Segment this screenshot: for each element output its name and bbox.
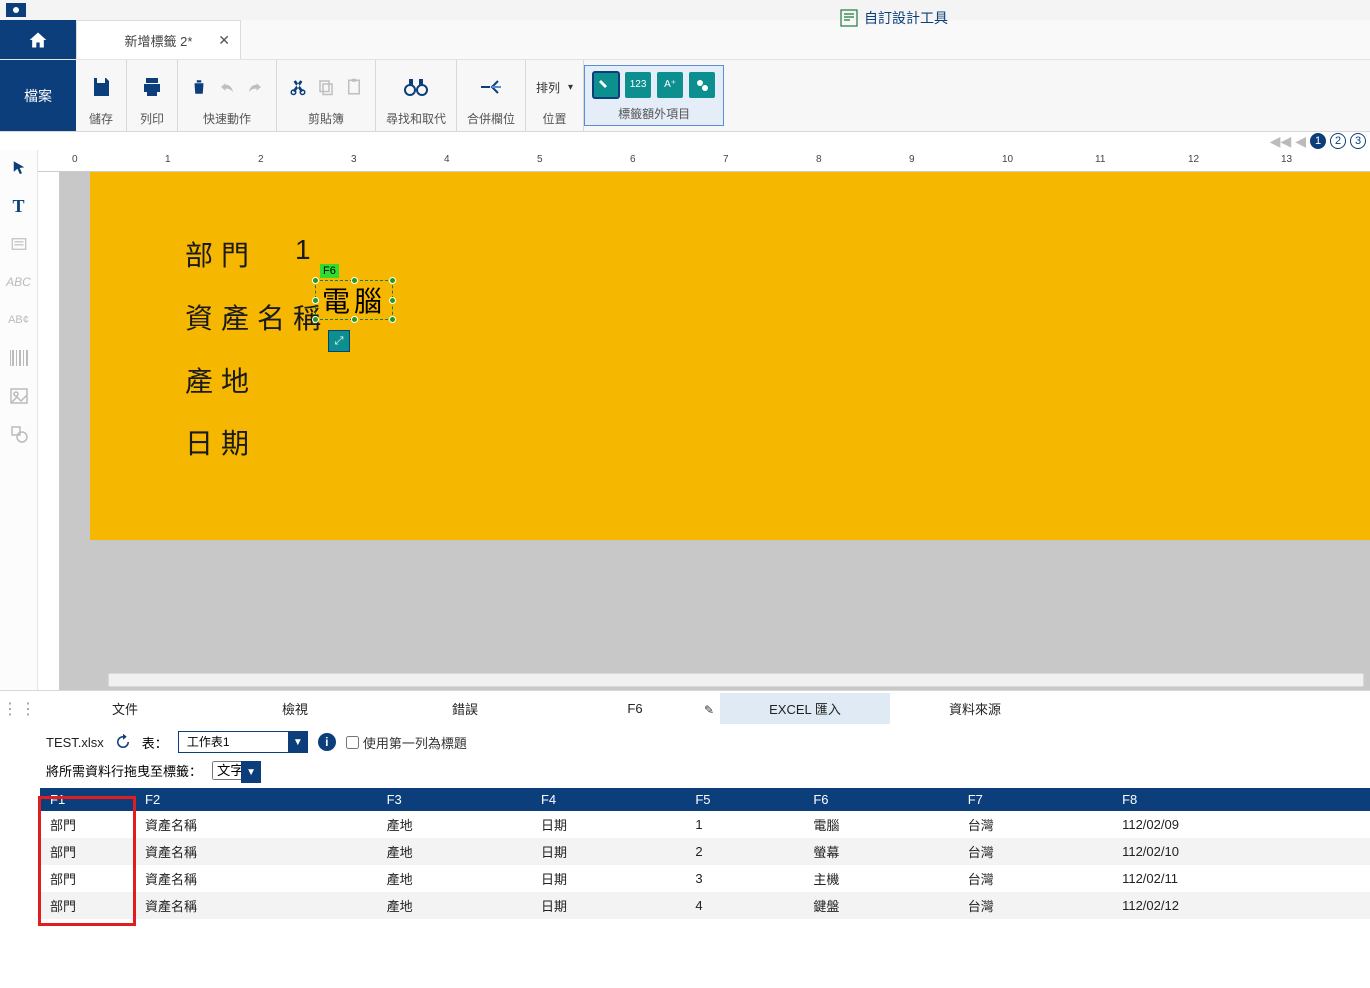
page-navigator: ◀◀ ◀ 1 2 3 <box>0 132 1370 150</box>
custom-design-tool-link[interactable]: 自訂設計工具 <box>840 8 948 28</box>
selection-tool-icon[interactable]: ⤢ <box>328 330 350 352</box>
canvas-dept-label[interactable]: 部門 <box>185 234 257 274</box>
page-1[interactable]: 1 <box>1310 133 1326 149</box>
ribbon-save[interactable]: 儲存 <box>76 60 127 131</box>
table-header[interactable]: F4 <box>531 788 685 811</box>
tag-tool-4-icon[interactable] <box>689 72 715 98</box>
bottom-panel: ⋮⋮ 文件 檢視 錯誤 F6✎ EXCEL 匯入 資料來源 TEST.xlsx … <box>0 690 1370 960</box>
home-icon <box>27 30 49 50</box>
table-header[interactable]: F1 <box>40 788 135 811</box>
table-header[interactable]: F2 <box>135 788 377 811</box>
table-row[interactable]: 部門資產名稱產地日期1電腦台灣112/02/09 <box>40 811 1370 838</box>
edit-icon[interactable]: ✎ <box>704 703 714 717</box>
document-tab-label: 新增標籤 2* <box>125 31 193 50</box>
document-tab[interactable]: 新增標籤 2* ✕ <box>76 20 241 59</box>
print-icon <box>137 72 167 102</box>
table-header[interactable]: F6 <box>803 788 957 811</box>
redo-icon <box>244 76 266 98</box>
ribbon-tag-extra[interactable]: 123 A⁺ 標籤額外項目 <box>584 65 724 126</box>
ribbon-merge-field[interactable]: 合併欄位 <box>457 60 526 131</box>
image-tool[interactable] <box>6 384 32 408</box>
table-row[interactable]: 部門資產名稱產地日期3主機台灣112/02/11 <box>40 865 1370 892</box>
tab-document[interactable]: 文件 <box>40 693 210 724</box>
tab-excel-import[interactable]: EXCEL 匯入 <box>720 693 890 724</box>
canvas-body[interactable]: 部門 1 資產名稱 產地 日期 F6 電腦 ⤢ <box>60 172 1370 668</box>
app-icon <box>3 1 29 19</box>
merge-icon <box>476 72 506 102</box>
selected-asset-value[interactable]: 電腦 <box>315 280 393 320</box>
ribbon-quick-action[interactable]: 快速動作 <box>178 60 277 131</box>
design-tool-icon <box>840 9 858 27</box>
ribbon: 檔案 儲存 列印 快速動作 剪貼簿 尋 <box>0 60 1370 132</box>
tab-row: 新增標籤 2* ✕ <box>0 20 1370 60</box>
table-header[interactable]: F3 <box>377 788 531 811</box>
canvas-dept-value[interactable]: 1 <box>295 234 311 266</box>
table-row[interactable]: 部門資產名稱產地日期4鍵盤台灣112/02/12 <box>40 892 1370 919</box>
page-prev-icon[interactable]: ◀ <box>1295 133 1306 150</box>
table-label: 表： <box>142 733 168 752</box>
richtext-tool[interactable]: AB¢ <box>6 308 32 332</box>
table-header[interactable]: F5 <box>685 788 803 811</box>
page-3[interactable]: 3 <box>1350 133 1366 149</box>
canvas-date-label[interactable]: 日期 <box>185 422 257 462</box>
label-canvas[interactable]: 部門 1 資產名稱 產地 日期 <box>90 172 1370 540</box>
custom-design-tool-label: 自訂設計工具 <box>864 8 948 28</box>
drag-type-row: 將所需資料行拖曳至標籤： 文字 ▼ <box>40 759 1370 788</box>
canvas-asset-label[interactable]: 資產名稱 <box>185 297 329 337</box>
horizontal-ruler: document.write(Array.from({length:15},(_… <box>38 150 1370 172</box>
tab-data-source[interactable]: 資料來源 <box>890 693 1060 724</box>
paste-icon <box>343 76 365 98</box>
tag-tool-3-icon[interactable]: A⁺ <box>657 72 683 98</box>
file-button[interactable]: 檔案 <box>0 60 76 131</box>
table-header[interactable]: F8 <box>1112 788 1370 811</box>
tab-error[interactable]: 錯誤 <box>380 693 550 724</box>
curved-text-tool[interactable]: ABC <box>6 270 32 294</box>
tag-tool-1-icon[interactable] <box>593 72 619 98</box>
page-first-icon[interactable]: ◀◀ <box>1270 133 1292 150</box>
barcode-tool[interactable] <box>6 346 32 370</box>
ribbon-arrange[interactable]: 排列▾ 位置 <box>526 60 584 131</box>
canvas-origin-label[interactable]: 產地 <box>185 360 257 400</box>
close-tab-icon[interactable]: ✕ <box>218 32 230 49</box>
cut-icon <box>287 76 309 98</box>
ribbon-clipboard[interactable]: 剪貼簿 <box>277 60 376 131</box>
bottom-tabs: 文件 檢視 錯誤 F6✎ EXCEL 匯入 資料來源 <box>40 691 1370 725</box>
work-area: T ABC AB¢ document.write(Array.from({len… <box>0 150 1370 690</box>
drag-type-select[interactable]: 文字 ▼ <box>212 761 261 780</box>
home-tab[interactable] <box>0 20 76 59</box>
undo-icon <box>216 76 238 98</box>
first-row-header-checkbox[interactable]: 使用第一列為標題 <box>346 733 467 752</box>
table-header[interactable]: F7 <box>958 788 1112 811</box>
panel-drag-handle[interactable]: ⋮⋮ <box>0 691 40 960</box>
text-tool[interactable]: T <box>6 194 32 218</box>
left-toolbar: T ABC AB¢ <box>0 150 38 690</box>
sheet-select[interactable]: 工作表1 ▼ <box>178 731 308 753</box>
info-icon[interactable]: i <box>318 733 336 751</box>
save-icon <box>86 72 116 102</box>
vertical-ruler <box>38 172 60 690</box>
titlebar <box>0 0 1370 20</box>
selection-field-tag: F6 <box>320 264 339 278</box>
horizontal-scrollbar[interactable] <box>108 673 1364 687</box>
tab-view[interactable]: 檢視 <box>210 693 380 724</box>
copy-icon <box>315 76 337 98</box>
ribbon-print[interactable]: 列印 <box>127 60 178 131</box>
excel-filename: TEST.xlsx <box>46 735 104 750</box>
tag-tool-2-icon[interactable]: 123 <box>625 72 651 98</box>
dropdown-icon: ▾ <box>568 82 573 93</box>
page-2[interactable]: 2 <box>1330 133 1346 149</box>
ribbon-find-replace[interactable]: 尋找和取代 <box>376 60 457 131</box>
excel-file-row: TEST.xlsx 表： 工作表1 ▼ i 使用第一列為標題 <box>40 725 1370 759</box>
canvas-container: document.write(Array.from({length:15},(_… <box>38 150 1370 690</box>
trash-icon <box>188 76 210 98</box>
refresh-icon[interactable] <box>114 733 132 751</box>
tab-field[interactable]: F6✎ <box>550 695 720 722</box>
drag-label: 將所需資料行拖曳至標籤： <box>46 761 202 780</box>
table-row[interactable]: 部門資產名稱產地日期2螢幕台灣112/02/10 <box>40 838 1370 865</box>
data-table: F1F2F3F4F5F6F7F8 部門資產名稱產地日期1電腦台灣112/02/0… <box>40 788 1370 919</box>
textbox-tool[interactable] <box>6 232 32 256</box>
binoculars-icon <box>401 72 431 102</box>
shape-tool[interactable] <box>6 422 32 446</box>
cursor-tool[interactable] <box>6 156 32 180</box>
